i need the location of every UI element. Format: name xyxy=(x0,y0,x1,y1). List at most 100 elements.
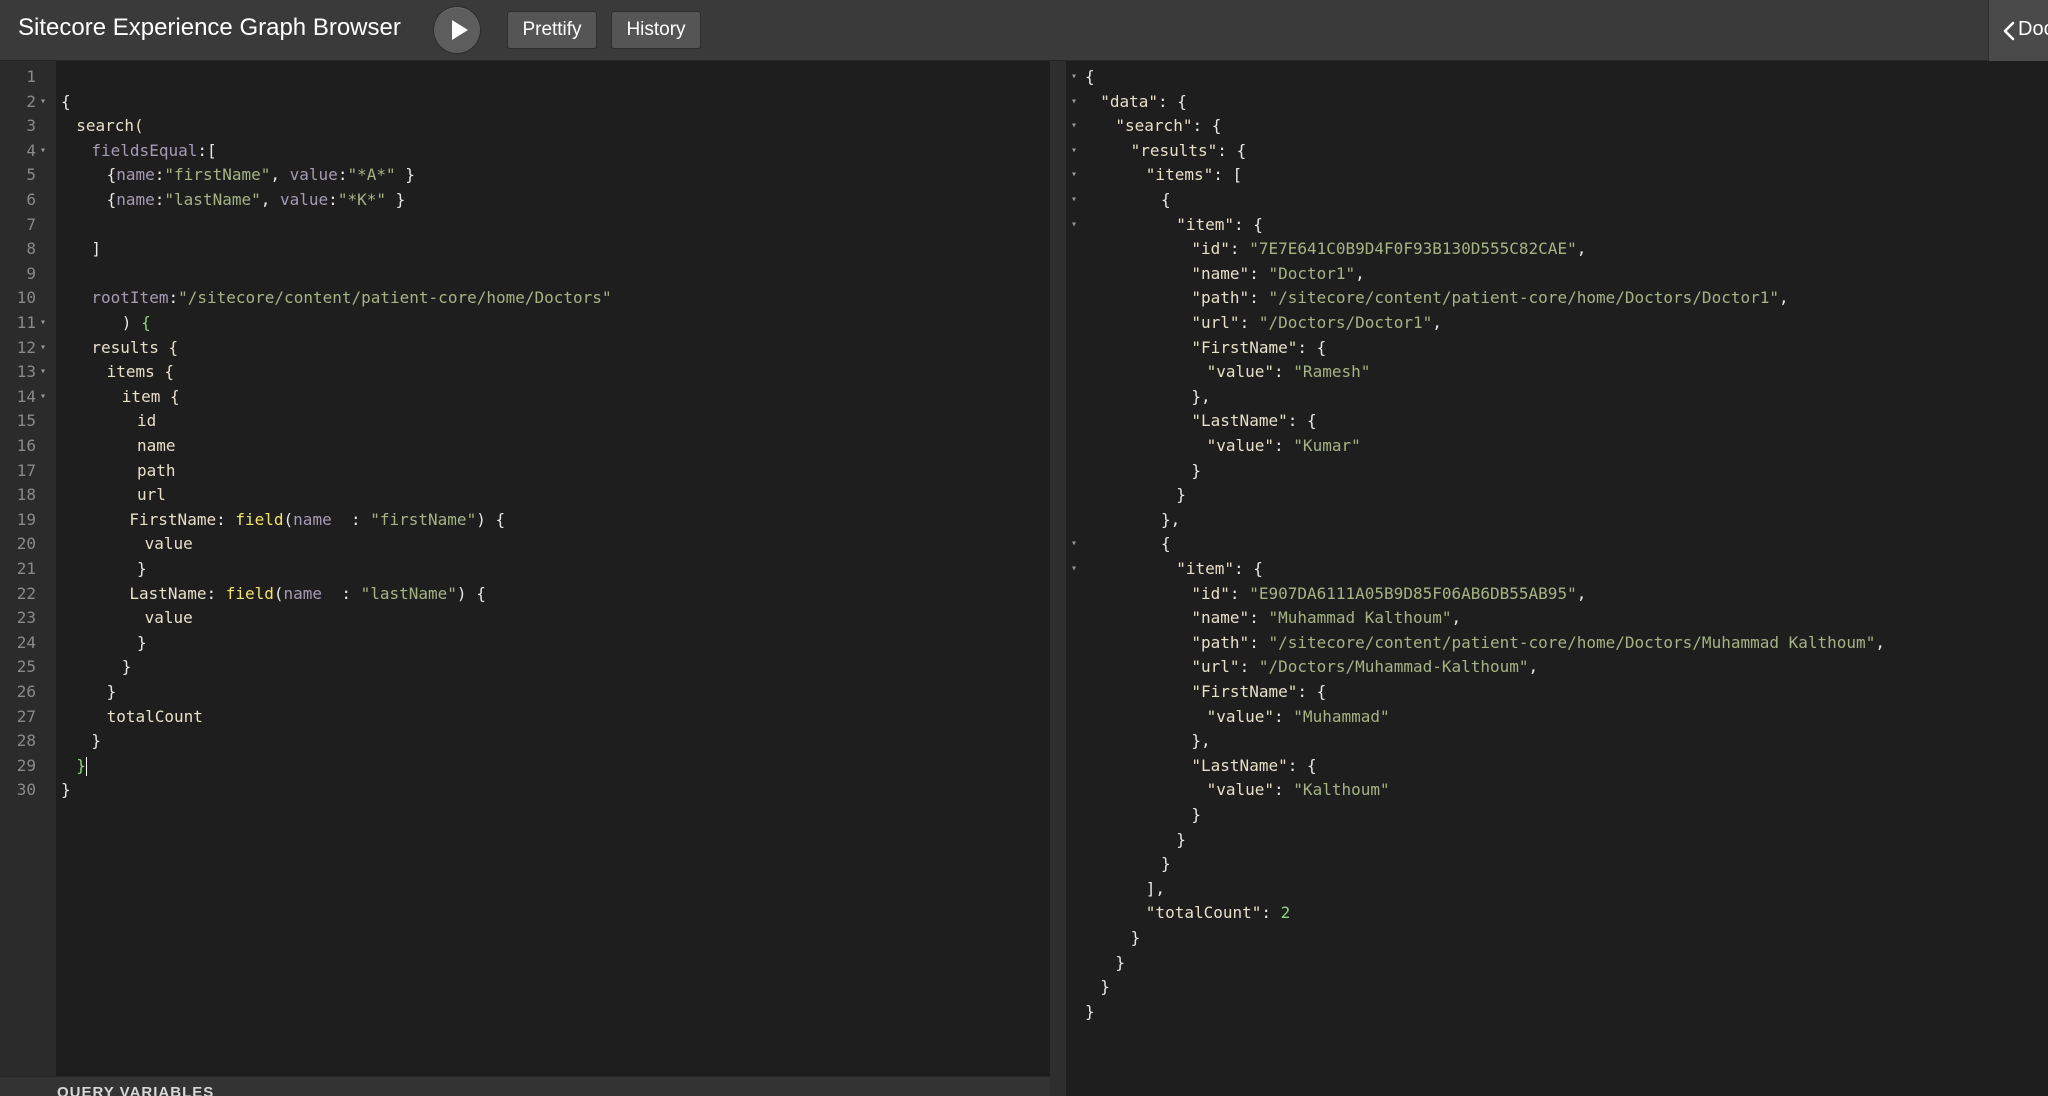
fold-toggle-icon[interactable]: ▾ xyxy=(1071,139,1077,164)
code-token: } xyxy=(1176,829,1186,849)
query-code-line[interactable]: value xyxy=(145,532,193,557)
code-token: : xyxy=(1274,436,1294,455)
query-code-line[interactable]: id xyxy=(137,409,156,434)
run-query-button[interactable] xyxy=(434,7,480,53)
fold-toggle-icon[interactable]: ▾ xyxy=(40,90,46,115)
query-code-line[interactable]: rootItem:"/sitecore/content/patient-core… xyxy=(91,286,611,311)
query-code-line[interactable]: LastName: field(name : "lastName") { xyxy=(129,582,485,607)
query-code-line[interactable]: items { xyxy=(107,360,174,385)
query-code-line[interactable]: } xyxy=(137,631,147,656)
code-token: rootItem xyxy=(91,288,169,308)
line-number: 10 xyxy=(16,288,36,308)
query-code-line[interactable]: ) { xyxy=(122,311,151,336)
code-token: items { xyxy=(106,362,175,382)
query-code-line[interactable]: value xyxy=(145,606,193,631)
code-token: field xyxy=(225,583,274,603)
result-json-line: } xyxy=(1161,852,1171,877)
fold-toggle-icon[interactable]: ▾ xyxy=(1071,65,1077,90)
code-token: "*A*" xyxy=(347,165,396,185)
code-token: : { xyxy=(1157,91,1187,111)
fold-toggle-icon[interactable]: ▾ xyxy=(1071,557,1077,582)
line-number: 28 xyxy=(16,731,36,751)
fold-toggle-icon[interactable]: ▾ xyxy=(40,385,46,410)
code-token: "Ramesh" xyxy=(1293,362,1371,382)
query-code-line[interactable]: {name:"firstName", value:"*A*" } xyxy=(107,163,415,188)
code-token: , xyxy=(1451,608,1462,628)
code-token: { xyxy=(1085,67,1095,86)
code-token: } xyxy=(106,682,117,701)
fold-toggle-icon[interactable]: ▾ xyxy=(1071,188,1077,213)
result-json-line: ], xyxy=(1146,877,1165,902)
code-token: "LastName" xyxy=(1191,411,1288,431)
fold-toggle-icon[interactable]: ▾ xyxy=(40,360,46,385)
fold-toggle-icon[interactable]: ▾ xyxy=(1071,532,1077,557)
code-token: : { xyxy=(1287,411,1317,431)
query-code-line[interactable]: } xyxy=(107,680,117,705)
query-code-line[interactable]: { xyxy=(61,90,71,115)
code-token: : xyxy=(1249,632,1269,652)
code-token: "url" xyxy=(1191,313,1240,332)
query-editor[interactable]: 1 2 ▾ 3 4 ▾ 5 6 7 8 9 10 11 ▾ 12 ▾ 13 ▾ 14 ▾ 15 16 17 18 19 20 21 2… xyxy=(0,61,1050,1076)
query-code-area[interactable]: {search(fieldsEqual:[{name:"firstName", … xyxy=(56,61,1050,1076)
pane-resize-handle[interactable] xyxy=(1050,61,1066,1096)
code-token: ( xyxy=(283,509,294,529)
code-token: "FirstName" xyxy=(1191,682,1298,701)
code-token: : xyxy=(1229,583,1250,603)
query-code-line[interactable]: name xyxy=(137,434,176,459)
docs-button[interactable]: Docs xyxy=(1988,0,2048,61)
code-token: , xyxy=(1528,657,1539,677)
query-code-line[interactable]: } xyxy=(91,729,101,754)
result-json-line: }, xyxy=(1191,385,1210,410)
code-token: "search" xyxy=(1115,116,1193,136)
code-token: "/Doctors/Muhammad-Kalthoum" xyxy=(1258,657,1529,677)
prettify-button[interactable]: Prettify xyxy=(507,11,597,49)
query-code-line[interactable]: ] xyxy=(91,237,101,262)
code-token: : { xyxy=(1233,214,1263,234)
result-json-line: "data": { xyxy=(1100,90,1187,115)
code-token: value xyxy=(144,608,193,628)
fold-toggle-icon[interactable]: ▾ xyxy=(1071,114,1077,139)
code-token: : xyxy=(1274,706,1294,726)
query-variables-panel[interactable]: QUERY VARIABLES xyxy=(0,1076,1050,1096)
code-token: , xyxy=(1875,632,1885,652)
query-code-line[interactable]: } xyxy=(122,655,132,680)
query-code-line[interactable]: } xyxy=(61,778,71,803)
fold-toggle-icon[interactable]: ▾ xyxy=(40,336,46,361)
result-json-line: "value": "Ramesh" xyxy=(1207,360,1371,385)
code-token: : { xyxy=(1192,116,1222,136)
fold-toggle-icon[interactable]: ▾ xyxy=(1071,90,1077,115)
docs-label: Docs xyxy=(2018,18,2048,40)
code-token: : xyxy=(328,190,338,209)
query-code-line[interactable]: url xyxy=(137,483,166,508)
query-code-line[interactable]: totalCount xyxy=(107,705,203,730)
query-code-line[interactable]: path xyxy=(137,459,176,484)
fold-toggle-icon[interactable]: ▾ xyxy=(1071,163,1077,188)
result-json-line: "FirstName": { xyxy=(1191,680,1326,705)
query-code-line[interactable]: fieldsEqual:[ xyxy=(91,139,216,164)
query-code-line[interactable]: FirstName: field(name : "firstName") { xyxy=(129,508,505,533)
fold-toggle-icon[interactable]: ▾ xyxy=(40,311,46,336)
result-json-line: "results": { xyxy=(1131,139,1247,164)
query-code-line[interactable]: } xyxy=(76,754,87,779)
result-json-line: "search": { xyxy=(1115,114,1221,139)
code-token: : xyxy=(337,165,348,185)
code-token: 2 xyxy=(1280,903,1291,923)
query-code-line[interactable]: {name:"lastName", value:"*K*" } xyxy=(107,188,406,213)
query-code-line[interactable]: results { xyxy=(91,336,178,361)
fold-toggle-icon[interactable]: ▾ xyxy=(40,139,46,164)
code-token: :[ xyxy=(197,140,217,160)
code-token: "firstName" xyxy=(164,165,271,185)
query-code-line[interactable]: item { xyxy=(122,385,180,410)
code-token: } xyxy=(385,190,406,209)
query-variables-title[interactable]: QUERY VARIABLES xyxy=(57,1084,214,1096)
query-code-line[interactable]: search( xyxy=(76,114,143,139)
line-number: 5 xyxy=(26,165,36,185)
code-token: LastName xyxy=(129,583,207,603)
code-token: } xyxy=(76,755,86,775)
history-button[interactable]: History xyxy=(611,11,701,49)
query-code-line[interactable]: } xyxy=(137,557,147,582)
code-token: value xyxy=(289,165,338,185)
line-number: 20 xyxy=(16,534,36,554)
fold-toggle-icon[interactable]: ▾ xyxy=(1071,213,1077,238)
line-number: 26 xyxy=(16,682,36,701)
